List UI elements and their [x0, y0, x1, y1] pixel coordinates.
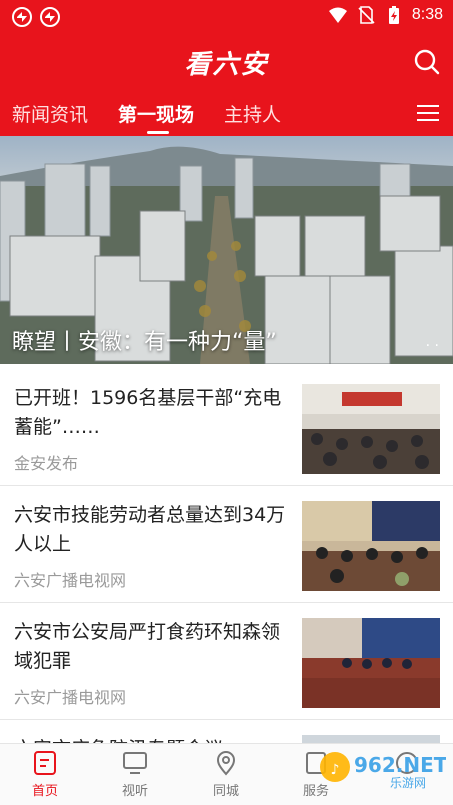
nav-home[interactable]: 首页: [10, 750, 80, 799]
news-source: 六安广播电视网: [14, 571, 127, 590]
news-item[interactable]: 六安市公安局严打食药环知森领域犯罪 六安广播电视网: [0, 604, 453, 720]
news-thumbnail: [302, 501, 440, 591]
app-title: 看六安: [184, 50, 269, 80]
news-item[interactable]: 已开班！1596名基层干部“充电蓄能”…… 金安发布: [0, 370, 453, 486]
app-notification-icon: [12, 7, 32, 27]
news-thumbnail: [302, 618, 440, 708]
site-watermark-logo: ♪ 962.NET 乐游网: [320, 752, 446, 790]
banner-pager: . .: [425, 334, 439, 350]
news-title: 已开班！1596名基层干部“充电蓄能”……: [14, 387, 282, 438]
watermark-subtext: 乐游网: [390, 776, 426, 790]
nav-label: 首页: [31, 784, 58, 799]
news-source: 金安发布: [14, 454, 79, 473]
svg-text:♪: ♪: [331, 762, 340, 778]
nav-local[interactable]: 同城: [191, 750, 261, 799]
nav-media[interactable]: 视听: [100, 750, 170, 799]
tab-news[interactable]: 新闻资讯: [12, 100, 88, 127]
tab-host[interactable]: 主持人: [224, 100, 281, 127]
nav-label: 视听: [121, 784, 148, 799]
watermark-text: 962.NET: [354, 753, 446, 777]
news-title: 六安市技能劳动者总量达到34万人以上: [14, 504, 286, 555]
app-notification-icon: [40, 7, 60, 27]
channel-tab-bar: 新闻资讯 第一现场 主持人: [0, 90, 453, 136]
status-bar: 8:38: [0, 0, 453, 34]
menu-icon[interactable]: [417, 104, 439, 122]
news-source: 六安广播电视网: [14, 688, 127, 707]
clock: 8:38: [411, 6, 443, 23]
banner-caption: 瞭望丨安徽：有一种力“量”: [12, 330, 277, 355]
wifi-icon: [328, 7, 347, 23]
app-header: 看六安: [0, 34, 453, 90]
search-icon[interactable]: [413, 48, 441, 76]
home-icon: [34, 751, 56, 775]
news-title: 六安市公安局严打食药环知森领域犯罪: [14, 621, 281, 672]
no-sim-icon: [358, 6, 375, 24]
status-notifications: [12, 7, 60, 27]
active-tab-indicator: [147, 131, 169, 134]
news-thumbnail: [302, 384, 440, 474]
battery-icon: [388, 6, 399, 24]
banner-carousel[interactable]: 瞭望丨安徽：有一种力“量” . .: [0, 136, 453, 364]
tab-first-scene[interactable]: 第一现场: [118, 100, 194, 127]
news-item[interactable]: 六安市技能劳动者总量达到34万人以上 六安广播电视网: [0, 487, 453, 603]
tv-icon: [123, 752, 147, 774]
location-pin-icon: [216, 751, 236, 776]
nav-label: 同城: [212, 784, 239, 799]
